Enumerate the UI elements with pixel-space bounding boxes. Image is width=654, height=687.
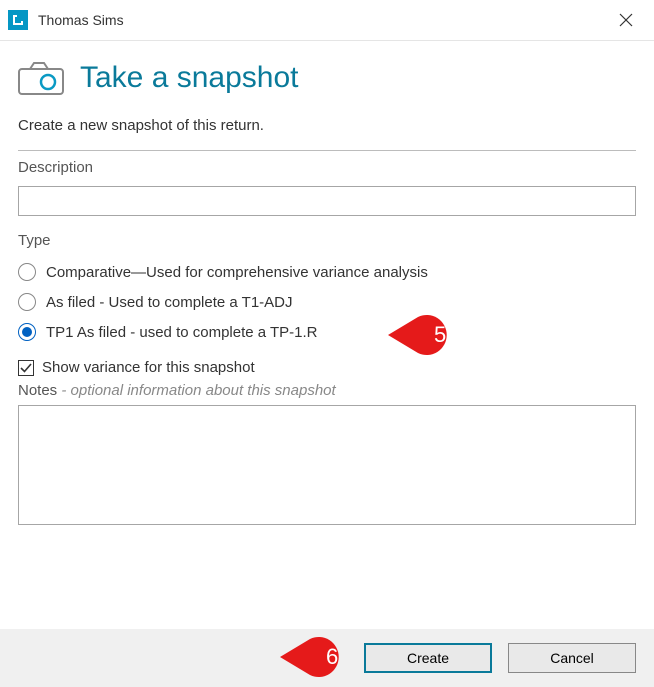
notes-label: Notes - optional information about this … <box>18 382 636 399</box>
radio-label: As filed - Used to complete a T1-ADJ <box>46 294 293 311</box>
cancel-button[interactable]: Cancel <box>508 643 636 673</box>
description-input[interactable] <box>18 186 636 216</box>
show-variance-checkbox[interactable]: Show variance for this snapshot <box>18 359 636 376</box>
create-button-label: Create <box>407 650 449 666</box>
cancel-button-label: Cancel <box>550 650 594 666</box>
callout-number: 6 <box>326 644 338 670</box>
camera-icon <box>18 61 64 95</box>
dialog-footer: 6 Create Cancel <box>0 629 654 687</box>
create-button[interactable]: Create <box>364 643 492 673</box>
radio-label: Comparative—Used for comprehensive varia… <box>46 264 428 281</box>
divider <box>18 150 636 151</box>
checkbox-icon <box>18 360 34 376</box>
notes-textarea[interactable] <box>18 405 636 525</box>
callout-marker-6: 6 <box>280 635 360 679</box>
radio-as-filed[interactable]: As filed - Used to complete a T1-ADJ <box>18 293 636 311</box>
notes-hint: - optional information about this snapsh… <box>57 382 336 399</box>
radio-icon <box>18 323 36 341</box>
radio-comparative[interactable]: Comparative—Used for comprehensive varia… <box>18 263 636 281</box>
type-label: Type <box>18 232 636 249</box>
radio-tp1-as-filed[interactable]: TP1 As filed - used to complete a TP-1.R… <box>18 323 636 341</box>
description-label: Description <box>18 159 636 176</box>
callout-number: 5 <box>434 322 446 348</box>
type-radio-group: Comparative—Used for comprehensive varia… <box>18 263 636 341</box>
heading-row: Take a snapshot <box>18 61 636 95</box>
radio-icon <box>18 263 36 281</box>
window-title: Thomas Sims <box>38 12 124 28</box>
callout-marker-5: 5 <box>388 313 468 357</box>
dialog-window: Thomas Sims Take a snapshot Create a new… <box>0 0 654 687</box>
radio-label: TP1 As filed - used to complete a TP-1.R <box>46 324 318 341</box>
show-variance-label: Show variance for this snapshot <box>42 359 255 376</box>
close-icon <box>619 13 633 27</box>
close-button[interactable] <box>608 6 644 34</box>
titlebar-left: Thomas Sims <box>8 10 124 30</box>
dialog-heading: Take a snapshot <box>80 61 298 95</box>
dialog-content: Take a snapshot Create a new snapshot of… <box>0 41 654 629</box>
notes-label-text: Notes <box>18 382 57 399</box>
titlebar: Thomas Sims <box>0 0 654 41</box>
dialog-subtext: Create a new snapshot of this return. <box>18 117 636 134</box>
app-icon <box>8 10 28 30</box>
radio-icon <box>18 293 36 311</box>
